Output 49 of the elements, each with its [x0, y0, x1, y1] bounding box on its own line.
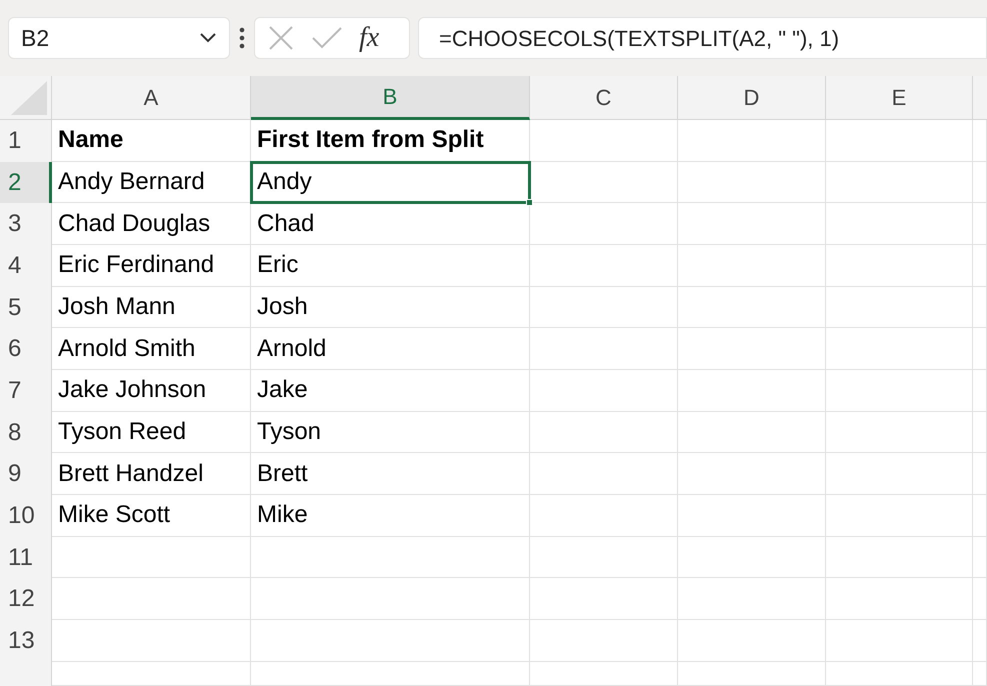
table-cell: Arnold Smith: [52, 328, 251, 370]
name-box[interactable]: B2: [8, 17, 230, 59]
row-header[interactable]: 8: [0, 412, 52, 454]
column-header[interactable]: A: [52, 76, 251, 120]
table-cell: Arnold: [251, 328, 530, 370]
select-all-button[interactable]: [0, 76, 52, 120]
table-cell: Chad Douglas: [52, 203, 251, 245]
table-cell: Mike Scott: [52, 495, 251, 537]
column-header[interactable]: D: [678, 76, 826, 120]
cell-reference: B2: [21, 24, 50, 53]
row-header[interactable]: 6: [0, 328, 52, 370]
table-cell: First Item from Split: [251, 120, 530, 162]
table-cell: Jake: [251, 370, 530, 412]
more-options-icon[interactable]: [238, 26, 246, 50]
table-cell: Eric Ferdinand: [52, 245, 251, 287]
row-header[interactable]: 9: [0, 453, 52, 495]
column-header[interactable]: E: [826, 76, 973, 120]
table-cell: Andy: [251, 162, 530, 204]
check-icon[interactable]: [311, 26, 343, 50]
formula-text: =CHOOSECOLS(TEXTSPLIT(A2, " "), 1): [439, 24, 840, 52]
table-cell: Josh: [251, 286, 530, 328]
column-header[interactable]: B: [251, 76, 530, 120]
row-header[interactable]: 7: [0, 370, 52, 412]
row-header[interactable]: 4: [0, 245, 52, 287]
row-header[interactable]: 10: [0, 495, 52, 537]
fill-handle[interactable]: [526, 199, 533, 206]
table-cell: Name: [52, 120, 251, 162]
table-cell: Jake Johnson: [52, 370, 251, 412]
table-cell: Mike: [251, 495, 530, 537]
row-header[interactable]: 2: [0, 162, 52, 204]
cancel-icon[interactable]: [267, 24, 295, 52]
row-header[interactable]: 11: [0, 536, 52, 578]
row-header[interactable]: 1: [0, 120, 52, 162]
formula-bar[interactable]: =CHOOSECOLS(TEXTSPLIT(A2, " "), 1): [418, 17, 987, 59]
insert-function-button[interactable]: fx: [359, 17, 380, 59]
table-cell: Tyson Reed: [52, 412, 251, 454]
table-cell: Chad: [251, 203, 530, 245]
table-cell: Andy Bernard: [52, 162, 251, 204]
table-cell: Josh Mann: [52, 286, 251, 328]
column-header[interactable]: C: [530, 76, 678, 120]
table-cell: Brett: [251, 453, 530, 495]
table-cell: Eric: [251, 245, 530, 287]
row-header[interactable]: 13: [0, 620, 52, 662]
row-header[interactable]: 3: [0, 203, 52, 245]
row-header[interactable]: 12: [0, 578, 52, 620]
table-cell: Brett Handzel: [52, 453, 251, 495]
table-cell: Tyson: [251, 412, 530, 454]
chevron-down-icon: [199, 32, 217, 44]
row-header[interactable]: 5: [0, 286, 52, 328]
